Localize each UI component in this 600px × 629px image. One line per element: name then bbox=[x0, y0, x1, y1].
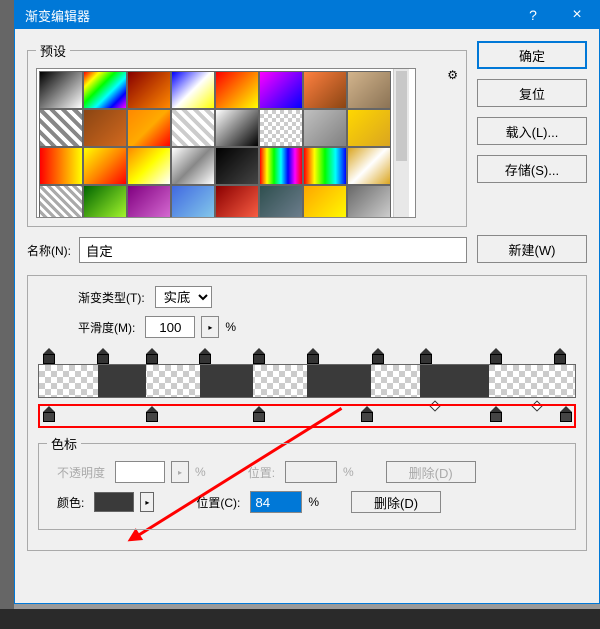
preset-swatch[interactable] bbox=[83, 185, 127, 218]
preset-swatch[interactable] bbox=[215, 109, 259, 147]
preset-legend: 预设 bbox=[36, 41, 70, 60]
name-input[interactable] bbox=[79, 237, 467, 263]
titlebar[interactable]: 渐变编辑器 ? × bbox=[15, 1, 599, 29]
color-label: 颜色: bbox=[57, 494, 84, 511]
color-stops-row bbox=[38, 398, 576, 420]
help-button[interactable]: ? bbox=[511, 1, 555, 29]
smooth-input[interactable] bbox=[145, 316, 195, 338]
opacity-label: 不透明度 bbox=[57, 464, 105, 481]
preset-swatch[interactable] bbox=[171, 147, 215, 185]
bottom-bar bbox=[0, 609, 600, 629]
opacity-stop[interactable] bbox=[43, 348, 55, 362]
color-stop[interactable] bbox=[43, 406, 55, 420]
color-stop[interactable] bbox=[490, 406, 502, 420]
preset-swatch[interactable] bbox=[347, 71, 391, 109]
preset-swatch[interactable] bbox=[83, 109, 127, 147]
loc-label: 位置: bbox=[248, 464, 275, 481]
pct-label: % bbox=[343, 465, 354, 479]
opacity-input bbox=[115, 461, 165, 483]
name-label: 名称(N): bbox=[27, 242, 71, 259]
opacity-arrow-icon: ▸ bbox=[171, 461, 189, 483]
type-select[interactable]: 实底 bbox=[155, 286, 212, 308]
midpoint-diamond[interactable] bbox=[531, 400, 542, 411]
color-stop[interactable] bbox=[146, 406, 158, 420]
preset-swatch[interactable] bbox=[259, 71, 303, 109]
preset-swatch[interactable] bbox=[39, 109, 83, 147]
pct-label: % bbox=[308, 495, 319, 509]
gradient-editor-window: 渐变编辑器 ? × 预设 ⚙ 名称(N): 确定 复位 bbox=[14, 0, 600, 604]
new-button[interactable]: 新建(W) bbox=[477, 235, 587, 263]
preset-swatch[interactable] bbox=[303, 147, 347, 185]
preset-swatch[interactable] bbox=[215, 147, 259, 185]
color-stop[interactable] bbox=[253, 406, 265, 420]
close-button[interactable]: × bbox=[555, 1, 599, 29]
preset-swatch[interactable] bbox=[171, 71, 215, 109]
window-title: 渐变编辑器 bbox=[25, 6, 511, 25]
midpoint-diamond[interactable] bbox=[429, 400, 440, 411]
color-stop[interactable] bbox=[361, 406, 373, 420]
preset-swatch[interactable] bbox=[127, 109, 171, 147]
color-stop[interactable] bbox=[560, 406, 572, 420]
pct-label: % bbox=[195, 465, 206, 479]
gradient-bar[interactable] bbox=[38, 364, 576, 398]
reset-button[interactable]: 复位 bbox=[477, 79, 587, 107]
preset-swatch[interactable] bbox=[259, 185, 303, 218]
ok-button[interactable]: 确定 bbox=[477, 41, 587, 69]
gradient-editor bbox=[38, 348, 576, 420]
preset-swatch[interactable] bbox=[127, 147, 171, 185]
smooth-dropdown-icon[interactable]: ▸ bbox=[201, 316, 219, 338]
preset-swatch[interactable] bbox=[347, 147, 391, 185]
color-well[interactable] bbox=[94, 492, 134, 512]
preset-swatch[interactable] bbox=[347, 109, 391, 147]
scrollbar[interactable] bbox=[393, 69, 409, 217]
gear-icon[interactable]: ⚙ bbox=[447, 68, 458, 82]
opacity-stop[interactable] bbox=[146, 348, 158, 362]
smooth-label: 平滑度(M): bbox=[78, 319, 135, 336]
preset-swatch[interactable] bbox=[171, 109, 215, 147]
preset-fieldset: 预设 ⚙ bbox=[27, 41, 467, 227]
preset-swatch[interactable] bbox=[39, 185, 83, 218]
loc2-input[interactable] bbox=[250, 491, 302, 513]
opacity-stop[interactable] bbox=[372, 348, 384, 362]
delete-color-button[interactable]: 删除(D) bbox=[351, 491, 441, 513]
load-button[interactable]: 载入(L)... bbox=[477, 117, 587, 145]
preset-swatch[interactable] bbox=[215, 71, 259, 109]
color-arrow-icon[interactable]: ▸ bbox=[140, 492, 154, 512]
preset-swatch[interactable] bbox=[303, 185, 347, 218]
preset-swatch[interactable] bbox=[39, 71, 83, 109]
delete-opacity-button: 删除(D) bbox=[386, 461, 476, 483]
preset-swatch[interactable] bbox=[303, 71, 347, 109]
opacity-stop[interactable] bbox=[490, 348, 502, 362]
stops-legend: 色标 bbox=[47, 434, 81, 453]
preset-scroll bbox=[36, 68, 416, 218]
opacity-stops-row bbox=[38, 348, 576, 364]
opacity-stop[interactable] bbox=[199, 348, 211, 362]
type-label: 渐变类型(T): bbox=[78, 289, 145, 306]
opacity-stop[interactable] bbox=[554, 348, 566, 362]
preset-swatch[interactable] bbox=[83, 147, 127, 185]
preset-swatch[interactable] bbox=[127, 185, 171, 218]
opacity-stop[interactable] bbox=[97, 348, 109, 362]
opacity-stop[interactable] bbox=[420, 348, 432, 362]
preset-swatch[interactable] bbox=[215, 185, 259, 218]
stops-fieldset: 色标 不透明度 ▸ % 位置: % 删除(D) 颜色: ▸ 位置(C): bbox=[38, 434, 576, 530]
loc-input bbox=[285, 461, 337, 483]
preset-swatch[interactable] bbox=[347, 185, 391, 218]
percent-label: % bbox=[225, 320, 236, 334]
preset-swatch[interactable] bbox=[83, 71, 127, 109]
preset-swatch[interactable] bbox=[303, 109, 347, 147]
loc2-label: 位置(C): bbox=[196, 494, 240, 511]
opacity-stop[interactable] bbox=[307, 348, 319, 362]
preset-swatch[interactable] bbox=[171, 185, 215, 218]
opacity-stop[interactable] bbox=[253, 348, 265, 362]
preset-swatch[interactable] bbox=[39, 147, 83, 185]
save-button[interactable]: 存储(S)... bbox=[477, 155, 587, 183]
gradient-settings: 渐变类型(T): 实底 平滑度(M): ▸ % bbox=[27, 275, 587, 551]
preset-swatch[interactable] bbox=[259, 147, 303, 185]
preset-swatch[interactable] bbox=[127, 71, 171, 109]
preset-swatch[interactable] bbox=[259, 109, 303, 147]
scroll-thumb[interactable] bbox=[396, 71, 407, 161]
